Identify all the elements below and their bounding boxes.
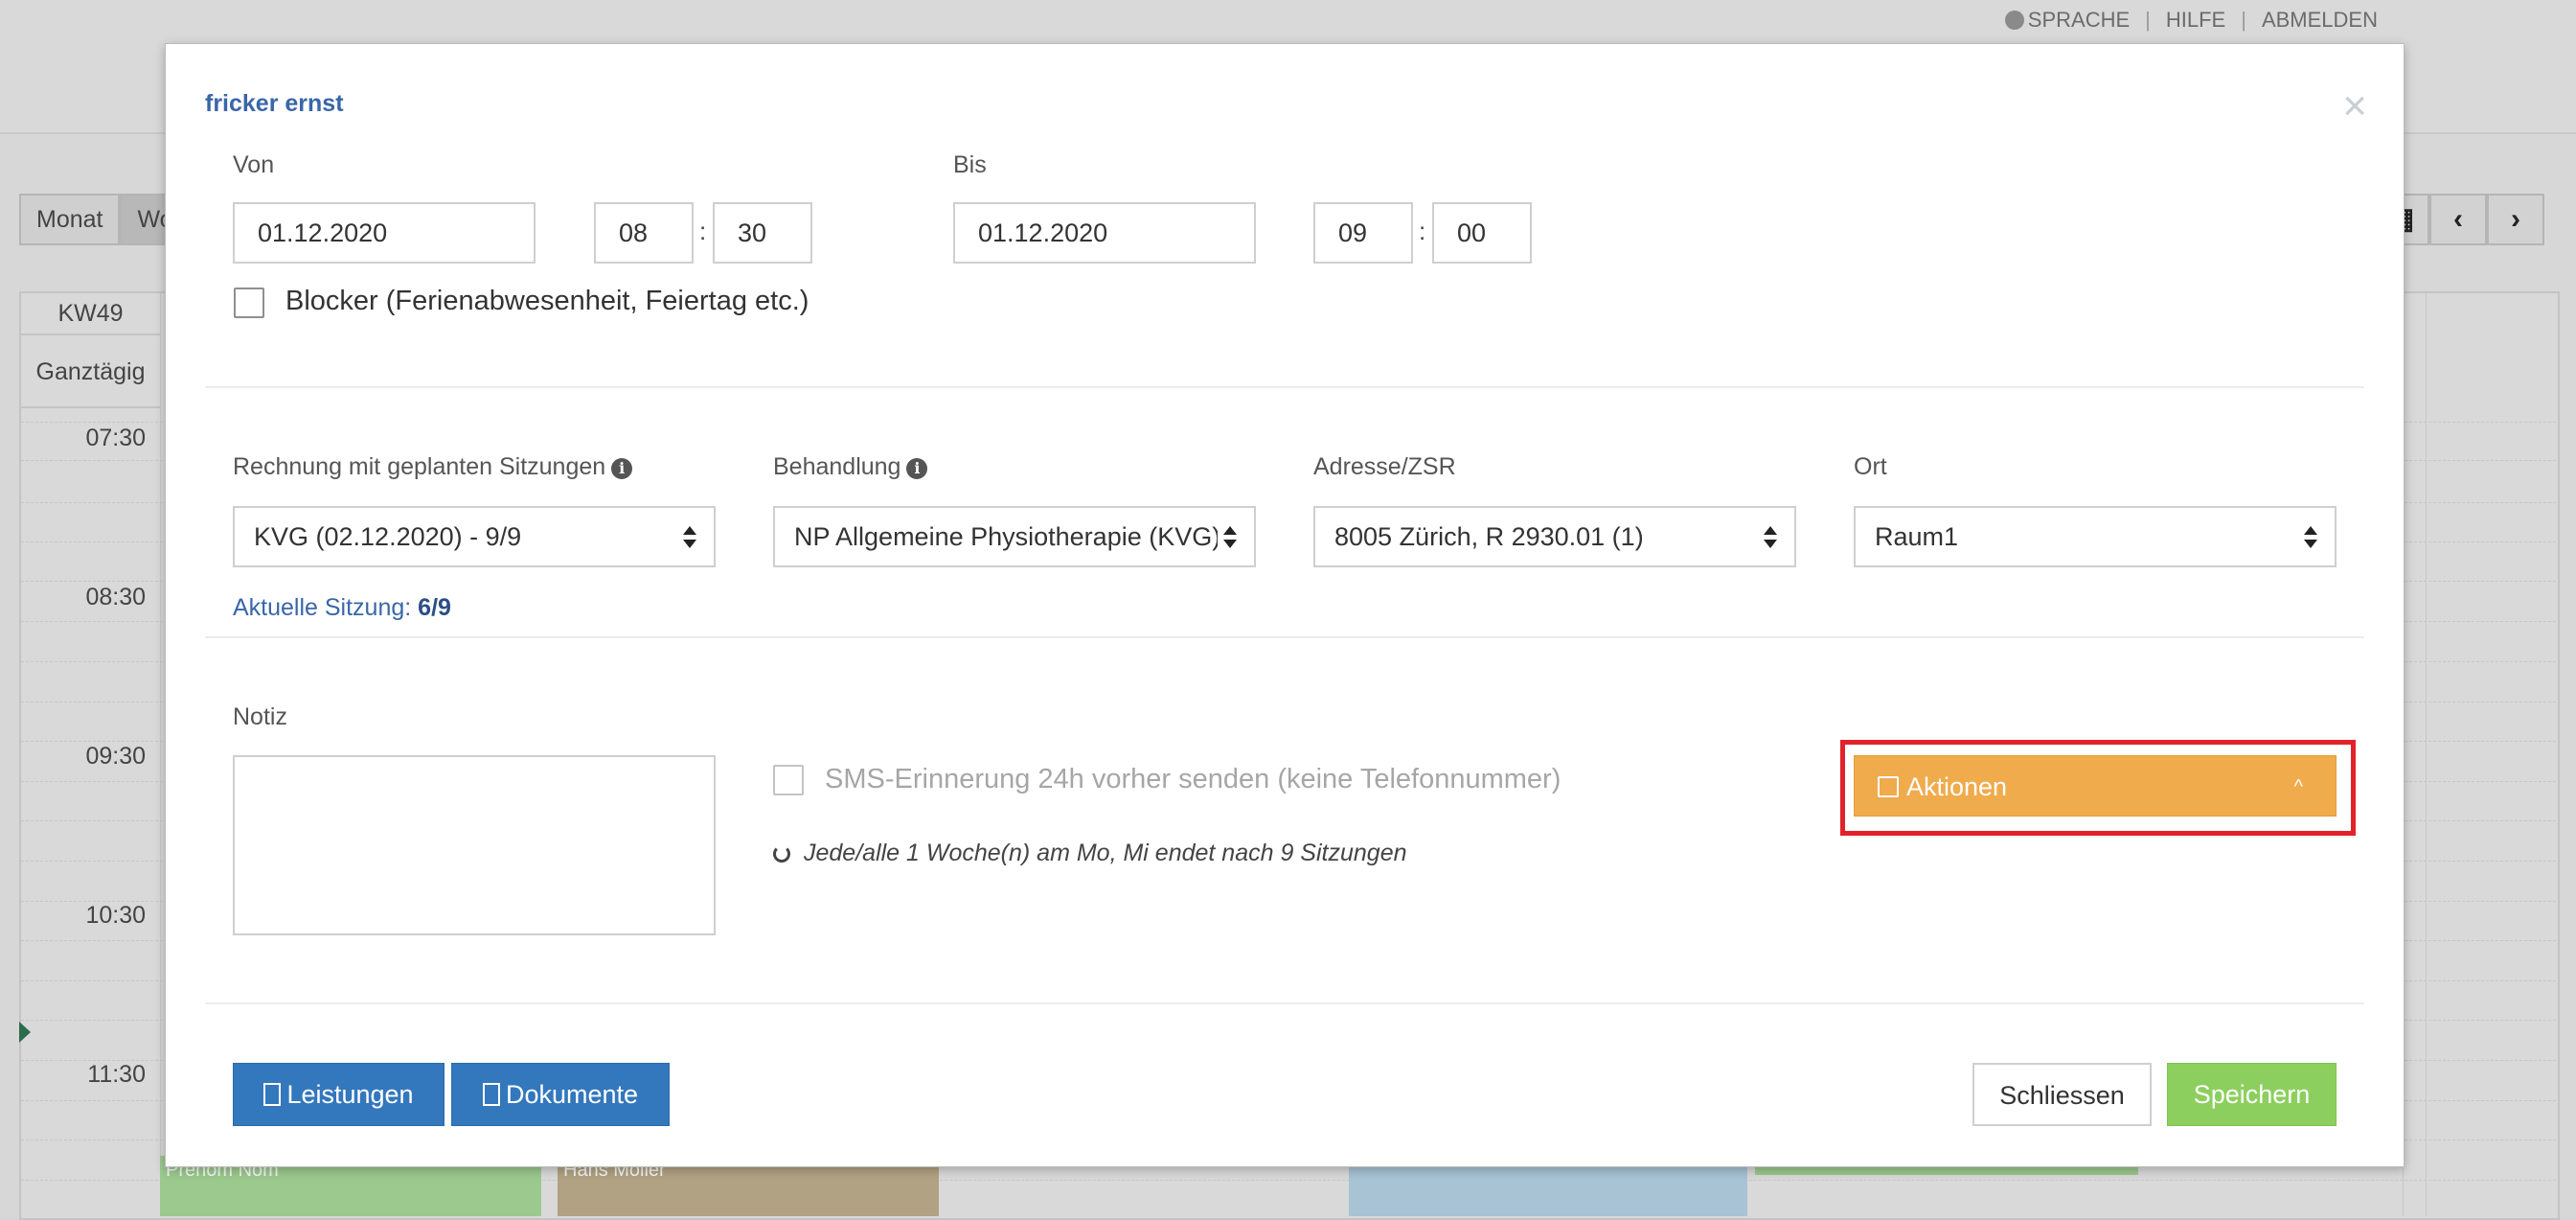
sms-reminder-checkbox[interactable] — [773, 765, 804, 795]
location-select[interactable]: Raum1 — [1854, 506, 2337, 567]
select-arrows-icon — [1218, 519, 1242, 554]
week-number: KW49 — [21, 293, 160, 335]
to-minute-input[interactable]: 00 — [1432, 202, 1532, 264]
hour-label: 07:30 — [85, 425, 146, 451]
to-date-input[interactable]: 01.12.2020 — [953, 202, 1256, 264]
view-month-button[interactable]: Monat — [19, 194, 121, 245]
next-arrow-icon[interactable]: › — [2487, 194, 2544, 245]
info-icon: i — [906, 458, 928, 479]
from-date-input[interactable]: 01.12.2020 — [233, 202, 536, 264]
select-arrows-icon — [2298, 519, 2323, 554]
select-arrows-icon — [677, 519, 702, 554]
to-label: Bis — [953, 151, 987, 178]
document-icon — [263, 1083, 282, 1106]
current-session: Aktuelle Sitzung: 6/9 — [233, 594, 451, 621]
note-label: Notiz — [233, 703, 287, 730]
close-button[interactable]: Schliessen — [1972, 1063, 2152, 1126]
from-label: Von — [233, 151, 275, 178]
appointment-dialog: fricker ernst × Von 01.12.2020 08 : 30 B… — [165, 43, 2405, 1167]
billing-label: Rechnung mit geplanten Sitzungen i — [233, 453, 633, 481]
from-hour-input[interactable]: 08 — [594, 202, 694, 264]
sms-reminder-label: SMS-Erinnerung 24h vorher senden (keine … — [825, 764, 1562, 794]
from-minute-input[interactable]: 30 — [713, 202, 812, 264]
divider: | — [2241, 8, 2246, 32]
allday-row-label: Ganztägig — [21, 337, 160, 408]
document-text-icon — [482, 1083, 500, 1106]
hour-label: 10:30 — [85, 902, 146, 929]
billing-select[interactable]: KVG (02.12.2020) - 9/9 — [233, 506, 716, 567]
actions-dropdown-button[interactable]: Aktionen ^ — [1854, 755, 2337, 817]
info-icon: i — [611, 458, 633, 479]
select-arrows-icon — [1758, 519, 1783, 554]
refresh-icon — [773, 845, 790, 863]
treatment-select[interactable]: NP Allgemeine Physiotherapie (KVG) — [773, 506, 1256, 567]
hour-label: 08:30 — [85, 584, 146, 610]
chevron-up-icon: ^ — [2293, 776, 2303, 797]
grid-line — [160, 293, 161, 1216]
divider: | — [2145, 8, 2151, 32]
location-label: Ort — [1854, 453, 1887, 480]
grid-line — [2426, 293, 2427, 1216]
current-time-marker — [19, 1022, 31, 1043]
blocker-label: Blocker (Ferienabwesenheit, Feiertag etc… — [285, 286, 809, 316]
services-button[interactable]: Leistungen — [233, 1063, 445, 1126]
repeat-info: Jede/alle 1 Woche(n) am Mo, Mi endet nac… — [773, 840, 1407, 867]
time-separator: : — [1419, 217, 1426, 245]
hour-label: 09:30 — [85, 743, 146, 770]
prev-arrow-icon[interactable]: ‹ — [2429, 194, 2487, 245]
time-separator: : — [699, 217, 707, 245]
address-select[interactable]: 8005 Zürich, R 2930.01 (1) — [1313, 506, 1796, 567]
hour-label: 11:30 — [87, 1061, 146, 1088]
treatment-label: Behandlung i — [773, 453, 928, 481]
divider — [205, 1002, 2364, 1004]
language-link[interactable]: SPRACHE — [2004, 8, 2130, 33]
address-label: Adresse/ZSR — [1313, 453, 1456, 480]
divider — [205, 386, 2364, 388]
note-textarea[interactable] — [233, 755, 716, 935]
blocker-checkbox[interactable] — [234, 288, 264, 318]
dialog-title: fricker ernst — [205, 90, 344, 117]
divider — [205, 636, 2364, 638]
to-hour-input[interactable]: 09 — [1313, 202, 1413, 264]
edit-icon — [1878, 776, 1899, 797]
logout-link[interactable]: ABMELDEN — [2262, 8, 2378, 33]
globe-icon — [2004, 11, 2024, 30]
close-icon[interactable]: × — [2342, 85, 2367, 127]
documents-button[interactable]: Dokumente — [451, 1063, 670, 1126]
help-link[interactable]: HILFE — [2166, 8, 2225, 33]
save-button[interactable]: Speichern — [2167, 1063, 2337, 1126]
top-links: SPRACHE | HILFE | ABMELDEN — [2004, 8, 2378, 33]
